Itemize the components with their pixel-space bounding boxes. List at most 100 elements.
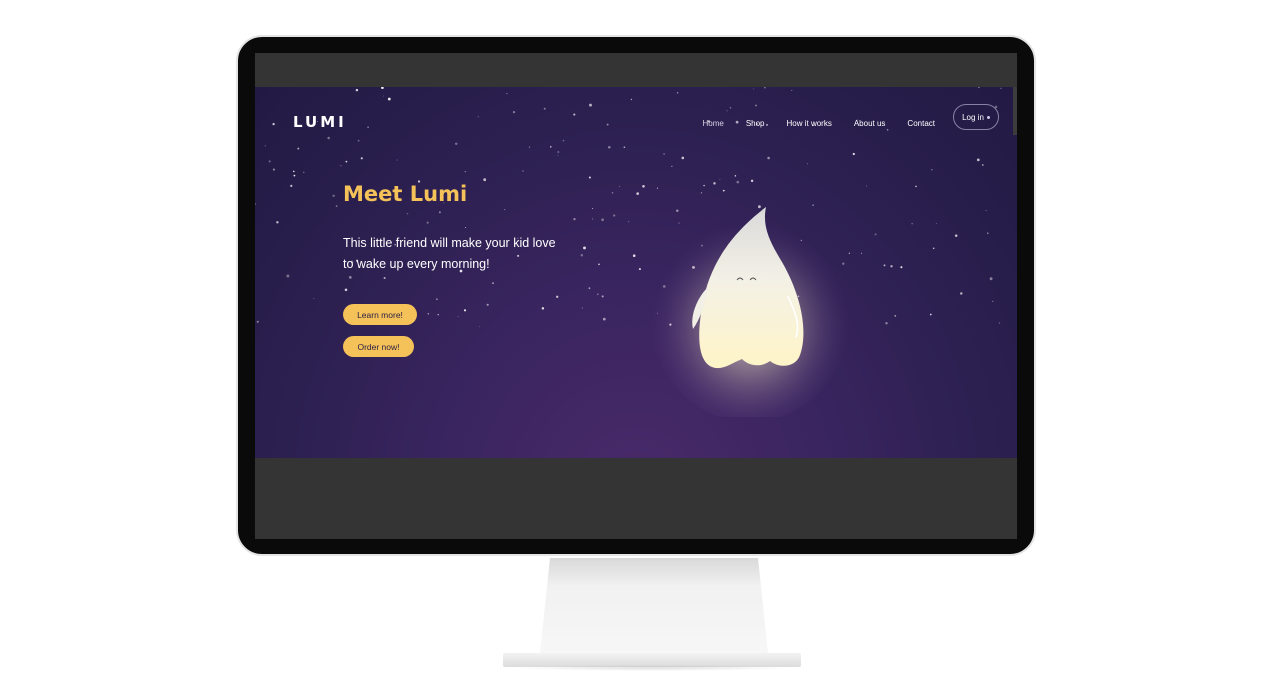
star [573,113,576,116]
star [344,288,348,292]
star [504,209,506,210]
star [900,266,903,269]
star [860,252,863,254]
star [297,147,300,150]
star [935,222,937,224]
star [512,110,516,114]
star [303,171,305,174]
nav-item-shop[interactable]: Shop [746,119,765,128]
star [465,226,467,229]
star [601,295,604,298]
star [255,203,256,205]
star [286,274,290,278]
star [713,182,716,185]
star [592,208,594,209]
nav-item-contact[interactable]: Contact [907,119,935,128]
star [457,316,459,317]
star [406,212,409,215]
nav-item-about-us[interactable]: About us [854,119,886,128]
star [383,95,384,97]
star [932,247,935,250]
star [736,180,740,184]
star [438,211,441,214]
star [556,295,559,298]
star [929,313,932,316]
screen-scrollbar[interactable] [1013,87,1017,135]
star [483,178,487,182]
star [435,298,438,301]
hero-title: Meet Lumi [343,182,468,206]
nav-item-home[interactable]: Home [702,119,723,128]
star [890,265,893,268]
star [427,313,430,315]
star [562,139,565,142]
star [464,170,467,173]
star [272,122,275,126]
star [581,307,583,309]
star [522,170,524,172]
star [345,160,348,163]
star [978,87,980,89]
star [348,276,352,279]
star [601,218,604,222]
login-label: Log in [962,112,984,122]
star [506,93,508,95]
star [915,185,917,188]
star [681,156,685,160]
star [734,175,737,177]
star [628,221,630,223]
star [755,104,757,107]
star [492,282,494,285]
star [360,157,363,160]
star [335,205,338,207]
order-now-button[interactable]: Order now! [343,336,414,357]
star [588,287,591,290]
star [618,186,620,187]
star [541,307,545,310]
star [719,178,721,180]
star [477,116,479,118]
lumi-character-illustration [650,207,850,417]
star [954,234,958,237]
star [852,152,855,156]
screen: LUMI Home Shop How it works About us Con… [255,53,1017,539]
star [463,309,467,312]
star [630,98,633,101]
star [632,254,636,257]
star [806,163,808,165]
nav-item-how-it-works[interactable]: How it works [787,119,832,128]
star [340,165,342,167]
stand-shadow [512,665,792,671]
star [663,153,665,155]
star [729,106,732,109]
star [642,185,645,188]
star [866,185,868,187]
star [608,146,611,149]
star [437,314,439,316]
star [767,156,770,160]
star [543,107,546,110]
star [931,169,933,171]
login-button[interactable]: Log in [953,104,999,130]
star [573,217,576,221]
star [327,136,330,140]
star [583,246,586,250]
star [580,253,584,257]
star [750,179,754,183]
star [264,145,266,147]
star [426,221,429,224]
star [638,268,641,271]
star [367,126,369,128]
star [981,164,984,166]
star [293,170,295,173]
star [611,191,614,194]
star [355,88,359,92]
star [911,222,913,225]
star [976,158,980,162]
site-logo[interactable]: LUMI [293,113,347,131]
star [960,292,963,295]
star [313,298,315,299]
star [290,184,293,188]
learn-more-button[interactable]: Learn more! [343,304,417,325]
hero-section: LUMI Home Shop How it works About us Con… [255,87,1017,458]
